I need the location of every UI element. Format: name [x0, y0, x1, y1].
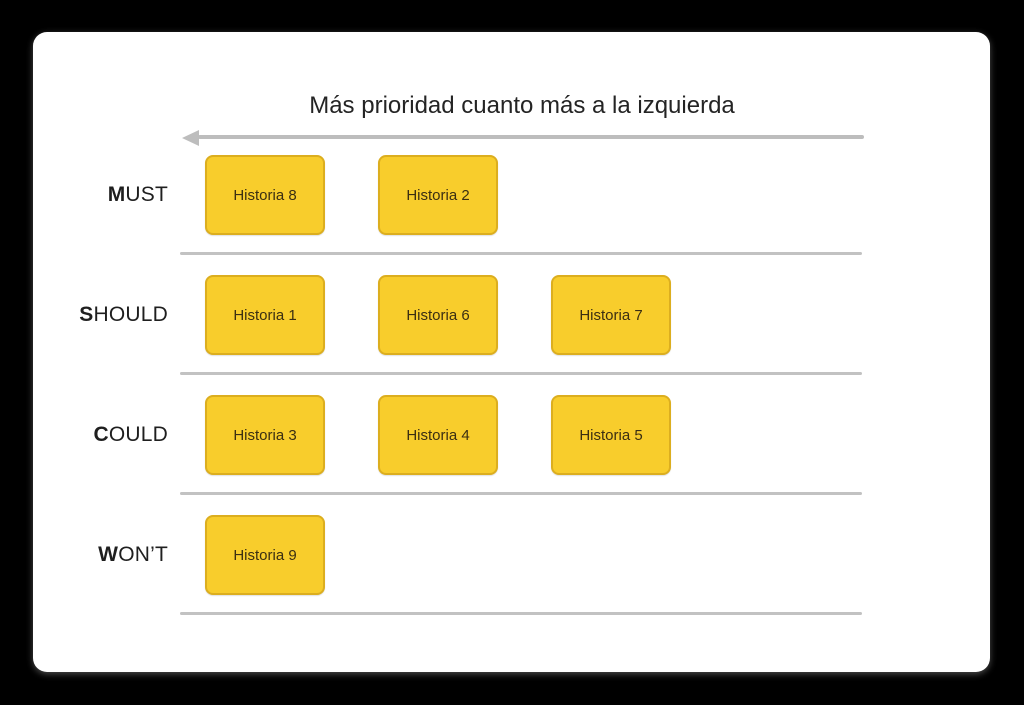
story-card-label: Historia 6: [406, 306, 470, 324]
story-card[interactable]: Historia 2: [378, 155, 498, 235]
row-label-rest: UST: [125, 183, 168, 206]
card-track: Historia 9: [205, 495, 325, 615]
card-track: Historia 3 Historia 4 Historia 5: [205, 375, 671, 495]
row-label-won-t: W ON’T: [33, 495, 180, 615]
card-track: Historia 8 Historia 2: [205, 135, 498, 255]
story-card[interactable]: Historia 9: [205, 515, 325, 595]
matrix-row-won-t: W ON’T Historia 9: [33, 495, 990, 615]
story-card[interactable]: Historia 4: [378, 395, 498, 475]
row-label-initial: M: [107, 183, 126, 206]
story-card[interactable]: Historia 6: [378, 275, 498, 355]
row-label-rest: HOULD: [93, 303, 168, 326]
moscow-matrix: M UST Historia 8 Historia 2 S HOULD Historia 1…: [33, 135, 990, 615]
story-card-label: Historia 1: [233, 306, 297, 324]
row-label-should: S HOULD: [33, 255, 180, 375]
row-separator: [180, 612, 862, 615]
page-title: Más prioridad cuanto más a la izquierda: [309, 92, 735, 119]
story-card-label: Historia 4: [406, 426, 470, 444]
story-card[interactable]: Historia 7: [551, 275, 671, 355]
row-label-initial: C: [93, 423, 109, 446]
story-card-label: Historia 3: [233, 426, 297, 444]
row-label-initial: W: [98, 543, 119, 566]
story-card[interactable]: Historia 1: [205, 275, 325, 355]
moscow-board-panel: Más prioridad cuanto más a la izquierda …: [33, 32, 990, 672]
story-card-label: Historia 8: [233, 186, 297, 204]
story-card-label: Historia 2: [406, 186, 470, 204]
story-card[interactable]: Historia 8: [205, 155, 325, 235]
row-label-rest: OULD: [108, 423, 168, 446]
story-card[interactable]: Historia 5: [551, 395, 671, 475]
story-card-label: Historia 7: [579, 306, 643, 324]
story-card[interactable]: Historia 3: [205, 395, 325, 475]
row-label-must: M UST: [33, 135, 180, 255]
row-label-could: C OULD: [33, 375, 180, 495]
row-label-rest: ON’T: [118, 543, 168, 566]
matrix-row-should: S HOULD Historia 1 Historia 6 Historia 7: [33, 255, 990, 375]
matrix-row-must: M UST Historia 8 Historia 2: [33, 135, 990, 255]
story-card-label: Historia 9: [233, 546, 297, 564]
card-track: Historia 1 Historia 6 Historia 7: [205, 255, 671, 375]
row-label-initial: S: [79, 303, 94, 326]
story-card-label: Historia 5: [579, 426, 643, 444]
matrix-row-could: C OULD Historia 3 Historia 4 Historia 5: [33, 375, 990, 495]
